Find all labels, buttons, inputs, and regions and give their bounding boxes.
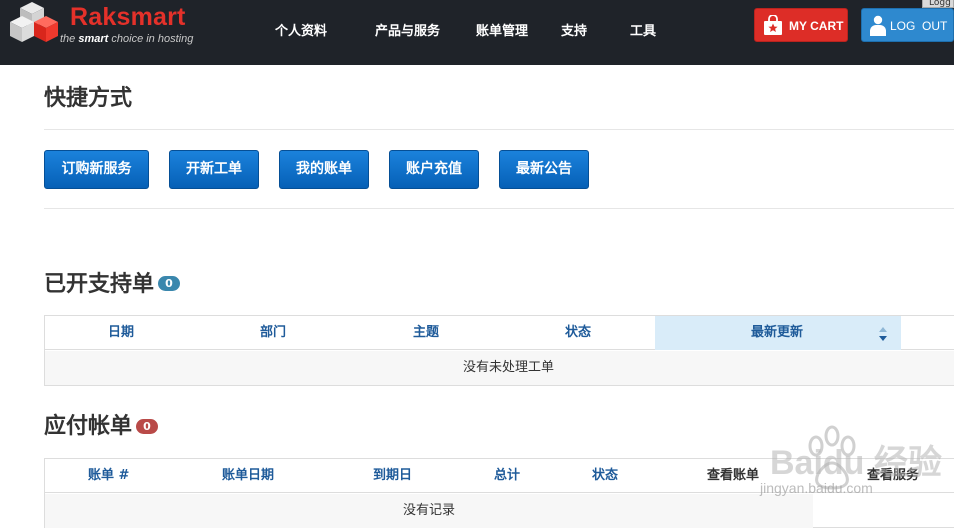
shortcuts-title: 快捷方式 [44,86,133,111]
col-header-due-date[interactable]: 到期日 [373,459,412,493]
nav-item-products-services[interactable]: 产品与服务 [375,20,440,39]
nav-item-billing[interactable]: 账单管理 [476,20,528,39]
brand-name: Raksmart [70,3,186,31]
tickets-empty-message: 没有未处理工单 [463,360,555,375]
order-new-service-button[interactable]: 订购新服务 [44,150,149,189]
col-header-invoice-status[interactable]: 状态 [592,459,618,493]
my-cart-button[interactable]: MY CART [754,8,848,42]
col-header-view-invoice: 查看账单 [707,468,760,483]
logged-in-tab: Logg [922,0,954,8]
col-header-department[interactable]: 部门 [260,316,286,350]
shortcuts-divider-top [44,129,954,130]
logout-button[interactable]: LOG OUT [861,8,954,42]
col-header-total[interactable]: 总计 [494,459,520,493]
nav-item-tools[interactable]: 工具 [630,20,656,39]
my-invoices-button[interactable]: 我的账单 [279,150,369,189]
my-cart-label: MY CART [789,19,844,33]
watermark-url: jingyan.baidu.com [760,480,873,496]
col-header-last-updated[interactable]: 最新更新 [751,316,803,350]
sort-arrows-icon[interactable] [878,326,888,342]
invoices-count-badge: 0 [136,419,158,434]
add-funds-button[interactable]: 账户充值 [389,150,479,189]
user-icon [870,15,886,36]
shortcuts-divider-bottom [44,208,954,209]
shopping-bag-icon [764,15,782,35]
top-navbar: Raksmart the smart choice in hosting 个人资… [0,0,954,65]
cube-logo-icon [10,2,58,42]
tickets-empty-row: 没有未处理工单 [45,351,954,385]
invoices-empty-row: 没有记录 [45,494,813,528]
tickets-table: 日期 部门 主题 状态 最新更新 没有未处理工单 [44,315,954,386]
col-header-invoice-number[interactable]: 账单 # [88,459,129,493]
tickets-count-badge: 0 [158,276,180,291]
brand-logo[interactable]: Raksmart the smart choice in hosting [8,2,208,48]
col-header-date[interactable]: 日期 [108,316,134,350]
tickets-title: 已开支持单 [44,272,155,297]
col-header-invoice-date[interactable]: 账单日期 [222,459,274,493]
nav-item-support[interactable]: 支持 [561,20,587,39]
logout-label: LOG OUT [890,19,948,33]
col-header-subject[interactable]: 主题 [413,316,439,350]
tickets-table-header: 日期 部门 主题 状态 最新更新 [45,316,954,350]
open-ticket-button[interactable]: 开新工单 [169,150,259,189]
invoices-empty-message: 没有记录 [403,503,456,518]
nav-item-profile[interactable]: 个人资料 [275,20,327,39]
col-header-status[interactable]: 状态 [565,316,591,350]
announcements-button[interactable]: 最新公告 [499,150,589,189]
invoices-title: 应付帐单 [44,414,133,439]
watermark-text: Baidu 经验 [770,444,942,482]
brand-tagline: the smart choice in hosting [60,33,194,45]
